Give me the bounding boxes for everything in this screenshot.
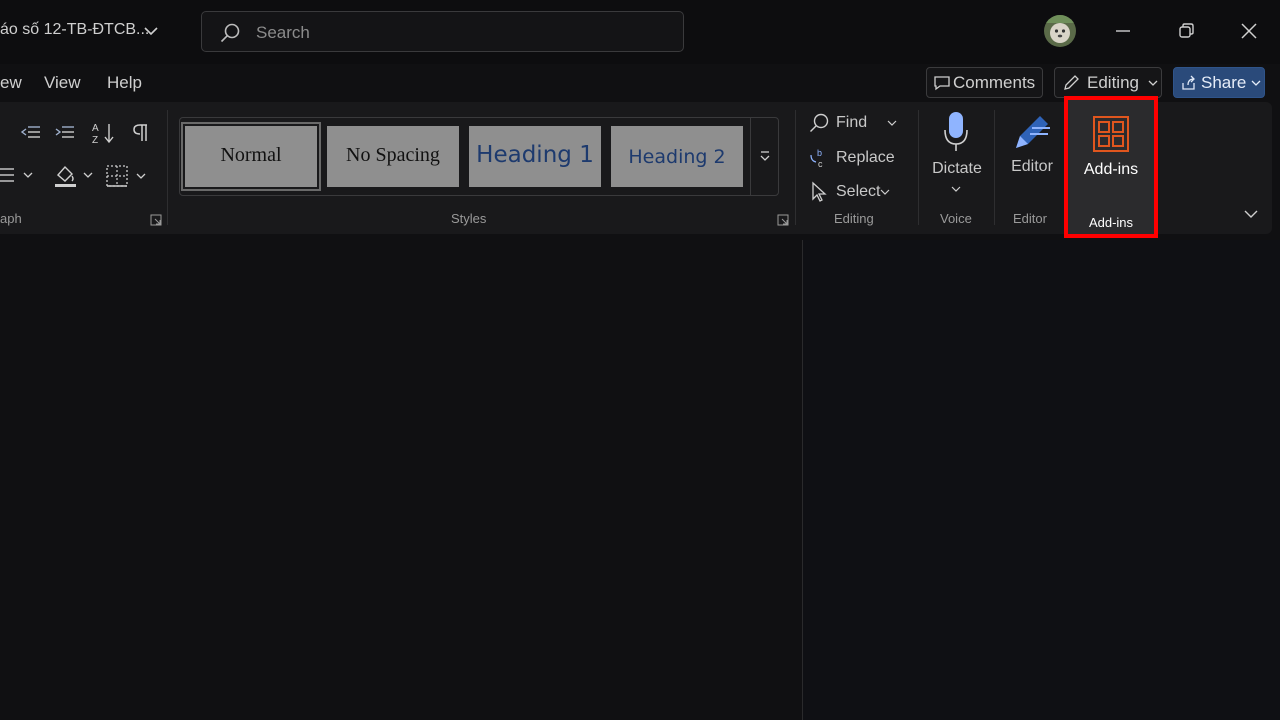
- dialog-launcher-icon[interactable]: [777, 214, 789, 226]
- increase-indent-icon[interactable]: [54, 122, 76, 144]
- editing-group-label: Editing: [834, 211, 874, 226]
- add-ins-grid-icon: [1093, 116, 1129, 152]
- borders-icon[interactable]: [105, 164, 151, 188]
- style-heading-1[interactable]: Heading 1: [469, 126, 601, 187]
- expand-gallery-icon: [760, 151, 770, 161]
- find-button[interactable]: Find: [836, 114, 867, 132]
- microphone-icon[interactable]: [940, 110, 972, 154]
- tab-help[interactable]: Help: [107, 73, 142, 93]
- add-ins-label: Add-ins: [1083, 161, 1139, 178]
- editor-button[interactable]: Editor: [1005, 158, 1059, 176]
- chevron-down-icon[interactable]: [886, 117, 898, 129]
- style-heading-1-label: Heading 1: [476, 142, 594, 168]
- editor-group-label: Editor: [1013, 211, 1047, 226]
- add-ins-group-label: Add-ins: [1088, 215, 1134, 230]
- styles-gallery: Normal No Spacing Heading 1 Heading 2: [179, 117, 779, 196]
- voice-group-label: Voice: [940, 211, 972, 226]
- tab-view[interactable]: View: [44, 73, 81, 93]
- search-icon: [220, 23, 240, 43]
- ribbon-separator: [994, 110, 995, 225]
- multilevel-list-icon[interactable]: [0, 164, 36, 186]
- replace-icon: b c: [810, 148, 823, 169]
- chevron-down-icon[interactable]: [950, 183, 962, 195]
- tab-review[interactable]: ew: [0, 73, 22, 93]
- style-heading-2[interactable]: Heading 2: [611, 126, 743, 187]
- search-placeholder: Search: [256, 23, 310, 42]
- style-normal[interactable]: Normal: [181, 122, 321, 191]
- comment-icon: [934, 76, 950, 91]
- share-label: Share: [1201, 73, 1247, 92]
- svg-text:b: b: [817, 148, 822, 158]
- find-icon: [810, 113, 829, 132]
- document-title[interactable]: áo số 12-TB-ĐTCB...: [0, 21, 149, 39]
- add-ins-button[interactable]: Add-ins Add-ins: [1064, 96, 1158, 238]
- ribbon-separator: [918, 110, 919, 225]
- shading-icon[interactable]: [54, 163, 96, 189]
- pilcrow-icon[interactable]: [130, 122, 152, 144]
- ribbon-separator: [795, 110, 796, 225]
- paragraph-group-label: aph: [0, 211, 22, 226]
- search-input[interactable]: Search: [201, 11, 684, 52]
- chevron-down-icon[interactable]: [879, 186, 891, 198]
- dialog-launcher-icon[interactable]: [150, 214, 162, 226]
- styles-group-label: Styles: [451, 211, 487, 226]
- close-icon[interactable]: [1236, 18, 1262, 44]
- share-button[interactable]: Share: [1173, 67, 1265, 98]
- chevron-down-icon: [1251, 80, 1261, 86]
- restore-icon[interactable]: [1173, 18, 1199, 44]
- comments-label: Comments: [953, 73, 1036, 92]
- editor-pen-icon[interactable]: [1010, 110, 1054, 154]
- minimize-icon[interactable]: [1110, 18, 1136, 44]
- svg-text:A: A: [92, 123, 99, 134]
- select-cursor-icon: [812, 181, 827, 202]
- style-normal-label: Normal: [220, 144, 282, 166]
- title-bar: áo số 12-TB-ĐTCB... Search: [0, 0, 1280, 64]
- share-icon: [1182, 75, 1195, 90]
- pencil-icon: [1064, 75, 1079, 90]
- svg-text:c: c: [818, 159, 823, 169]
- decrease-indent-icon[interactable]: [20, 122, 42, 144]
- style-heading-2-label: Heading 2: [628, 146, 726, 168]
- collapse-ribbon-icon[interactable]: [1243, 206, 1259, 222]
- editing-mode-button[interactable]: Editing: [1054, 67, 1162, 98]
- svg-text:Z: Z: [92, 135, 98, 145]
- style-no-spacing[interactable]: No Spacing: [327, 126, 459, 187]
- sort-icon[interactable]: A Z: [91, 121, 117, 145]
- replace-button[interactable]: Replace: [836, 149, 895, 167]
- comments-button[interactable]: Comments: [926, 67, 1043, 98]
- ribbon-separator: [167, 110, 168, 225]
- editing-label: Editing: [1087, 73, 1139, 92]
- select-button[interactable]: Select: [836, 183, 880, 201]
- chevron-down-icon: [1148, 80, 1158, 86]
- style-no-spacing-label: No Spacing: [346, 144, 440, 166]
- avatar[interactable]: [1044, 15, 1076, 47]
- styles-more-button[interactable]: [750, 118, 779, 195]
- chevron-down-icon[interactable]: [142, 22, 160, 40]
- word-window: áo số 12-TB-ĐTCB... Search ew View Help …: [0, 0, 1280, 720]
- side-pane: [803, 240, 1280, 720]
- dictate-button[interactable]: Dictate: [930, 160, 984, 178]
